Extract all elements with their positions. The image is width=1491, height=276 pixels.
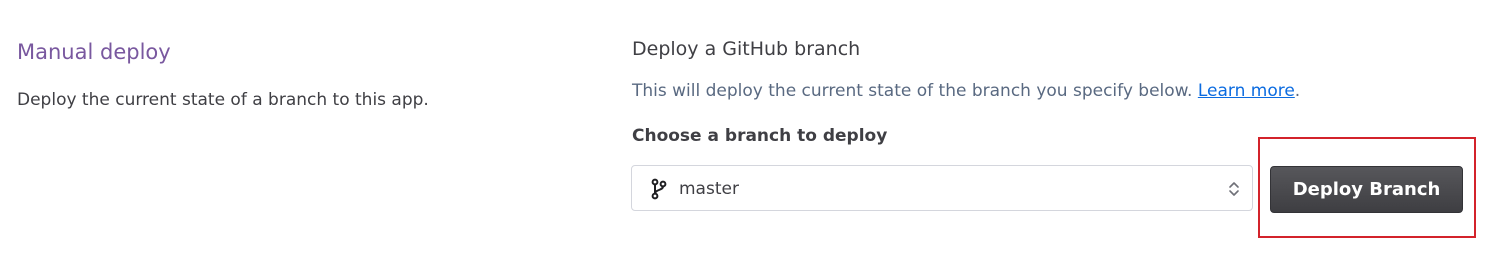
deploy-description-period: . [1294,81,1301,101]
deploy-description-text: This will deploy the current state of th… [632,81,1198,101]
manual-deploy-panel: Manual deploy Deploy the current state o… [0,0,1491,276]
deploy-branch-button[interactable]: Deploy Branch [1270,166,1463,213]
git-branch-icon [650,178,668,200]
manual-deploy-title: Manual deploy [17,40,171,64]
deploy-description: This will deploy the current state of th… [632,78,1300,104]
branch-select[interactable]: master [631,165,1253,211]
learn-more-link[interactable]: Learn more [1198,81,1295,101]
up-down-chevron-icon [1228,181,1240,197]
manual-deploy-description: Deploy the current state of a branch to … [17,90,429,110]
selected-branch-value: master [679,179,739,199]
deploy-github-branch-heading: Deploy a GitHub branch [632,38,861,60]
choose-branch-label: Choose a branch to deploy [632,126,888,146]
